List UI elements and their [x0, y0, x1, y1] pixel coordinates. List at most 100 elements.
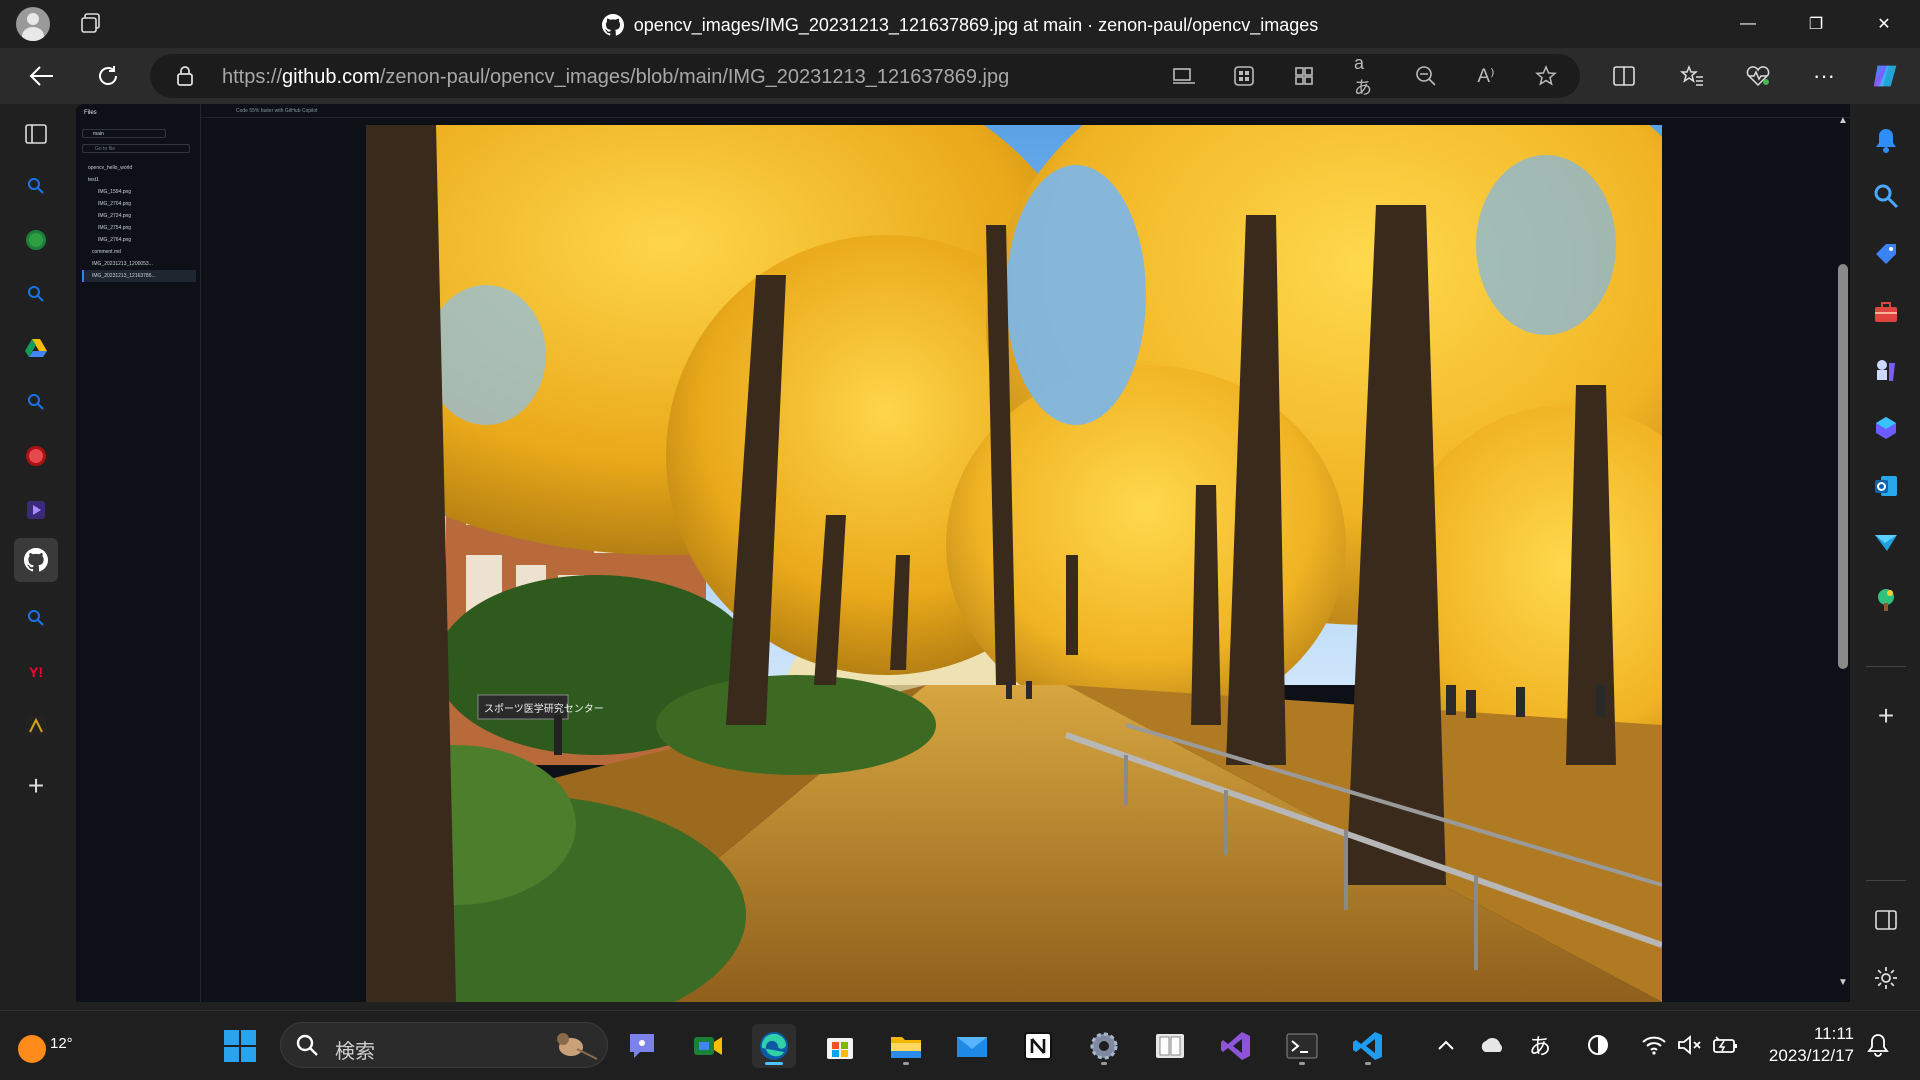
reader-app-icon[interactable]	[1148, 1024, 1192, 1068]
clock-time: 11:11	[1813, 1024, 1854, 1043]
atcoder-tab-icon[interactable]	[14, 704, 58, 748]
browser-essentials-icon[interactable]	[1742, 60, 1774, 92]
extensions-icon[interactable]	[1292, 64, 1316, 88]
terminal-icon[interactable]	[1280, 1024, 1324, 1068]
navigation-bar: https://github.com/zenon-paul/opencv_ima…	[0, 48, 1920, 104]
notion-icon[interactable]	[1016, 1024, 1060, 1068]
read-aloud-icon[interactable]: A⁾	[1474, 64, 1498, 88]
ime-mode-indicator[interactable]: あ	[1526, 1031, 1554, 1059]
search-highlight-bird-icon	[557, 1033, 598, 1060]
tree-app-icon[interactable]	[1868, 582, 1904, 618]
volume-muted-icon[interactable]	[1676, 1031, 1704, 1059]
google-drive-tab-icon[interactable]	[14, 326, 58, 370]
meet-now-icon[interactable]	[686, 1024, 730, 1068]
zoom-out-icon[interactable]	[1414, 64, 1438, 88]
tree-item-file[interactable]: IMG_2704.png	[82, 198, 196, 210]
settings-gear-icon[interactable]	[1868, 960, 1904, 996]
favorite-star-icon[interactable]	[1534, 64, 1558, 88]
app-available-icon[interactable]	[1172, 64, 1196, 88]
microsoft-365-icon[interactable]	[1868, 410, 1904, 446]
tools-briefcase-icon[interactable]	[1868, 294, 1904, 330]
maximize-button[interactable]: ❐	[1782, 0, 1850, 48]
lock-icon[interactable]	[176, 66, 194, 86]
split-screen-icon[interactable]	[1608, 60, 1640, 92]
games-chess-icon[interactable]	[1868, 352, 1904, 388]
tab-actions-icon[interactable]	[80, 12, 106, 36]
translate-icon[interactable]: aあ	[1354, 53, 1378, 98]
tab-actions-menu-icon[interactable]	[14, 112, 58, 156]
copilot-banner[interactable]: Code 55% faster with GitHub Copilot	[236, 108, 317, 114]
shopping-tag-icon[interactable]	[1868, 236, 1904, 272]
sidebar-separator	[1866, 666, 1906, 667]
go-to-file-input[interactable]: Go to file	[82, 144, 190, 153]
scroll-down-arrow-icon[interactable]: ▼	[1838, 978, 1848, 988]
address-bar[interactable]: https://github.com/zenon-paul/opencv_ima…	[150, 53, 1580, 98]
title-bar: opencv_images/IMG_20231213_121637869.jpg…	[0, 0, 1920, 48]
image-preview: スポーツ医学研究センター	[366, 125, 1662, 1002]
scroll-up-arrow-icon[interactable]: ▲	[1838, 116, 1848, 126]
clock-date: 2023/12/17	[1768, 1046, 1854, 1065]
tree-item-folder[interactable]: opencv_hello_world	[82, 162, 196, 174]
scrollbar-thumb[interactable]	[1838, 264, 1848, 669]
drop-send-icon[interactable]	[1868, 524, 1904, 560]
github-tab-icon[interactable]	[14, 538, 58, 582]
search-tab-3-icon[interactable]	[14, 380, 58, 424]
profile-avatar[interactable]	[16, 7, 50, 41]
tree-item-file[interactable]: IMG_2764.png	[82, 234, 196, 246]
show-hidden-icons-chevron-icon[interactable]	[1432, 1031, 1460, 1059]
ginkgo-avenue-photo: スポーツ医学研究センター	[366, 125, 1662, 1002]
search-tab-4-icon[interactable]	[14, 596, 58, 640]
teams-chat-icon[interactable]	[620, 1024, 664, 1068]
tree-item-file-selected[interactable]: IMG_20231213_12163786...	[82, 270, 196, 282]
refresh-icon[interactable]	[92, 60, 124, 92]
system-clock[interactable]: 11:11 2023/12/17	[1758, 1023, 1854, 1067]
copilot-icon[interactable]	[1870, 60, 1902, 92]
add-sidebar-app-icon[interactable]: +	[1868, 698, 1904, 734]
back-icon[interactable]	[26, 60, 58, 92]
weather-widget[interactable]: 12°	[16, 1025, 73, 1065]
purple-app-tab-icon[interactable]	[14, 488, 58, 532]
yahoo-tab-icon[interactable]: Y!	[14, 650, 58, 694]
github-file-tree-panel: Files main Go to file opencv_hello_world…	[76, 104, 201, 1002]
notifications-bell-icon[interactable]	[1868, 122, 1904, 158]
taskbar-search[interactable]: 検索	[280, 1022, 608, 1068]
more-options-icon[interactable]: ···	[1808, 60, 1840, 92]
github-file-header: Code 55% faster with GitHub Copilot	[76, 104, 1850, 118]
settings-app-icon[interactable]	[1082, 1024, 1126, 1068]
tree-item-folder[interactable]: test1	[82, 174, 196, 186]
tree-item-file[interactable]: IMG_2724.png	[82, 210, 196, 222]
search-tab-icon[interactable]	[14, 164, 58, 208]
file-explorer-icon[interactable]	[884, 1024, 928, 1068]
notification-bell-icon[interactable]	[1864, 1031, 1892, 1059]
hide-sidebar-icon[interactable]	[1868, 902, 1904, 938]
search-tab-2-icon[interactable]	[14, 272, 58, 316]
visual-studio-icon[interactable]	[1214, 1024, 1258, 1068]
outlook-icon[interactable]	[1868, 468, 1904, 504]
tree-item-file[interactable]: comment.md	[82, 246, 196, 258]
battery-charging-icon[interactable]	[1712, 1031, 1740, 1059]
url-text[interactable]: https://github.com/zenon-paul/opencv_ima…	[222, 66, 1009, 89]
tree-item-file[interactable]: IMG_20231213_1200053...	[82, 258, 196, 270]
close-button[interactable]: ✕	[1850, 0, 1918, 48]
minimize-button[interactable]: —	[1714, 0, 1782, 48]
vscode-icon[interactable]	[1346, 1024, 1390, 1068]
focus-clock-icon[interactable]	[1584, 1031, 1612, 1059]
wifi-icon[interactable]	[1640, 1031, 1668, 1059]
new-tab-button[interactable]: +	[14, 764, 58, 808]
extensions-grid-icon[interactable]	[1232, 64, 1256, 88]
red-app-tab-icon[interactable]	[14, 434, 58, 478]
edge-browser-icon[interactable]	[752, 1024, 796, 1068]
favorites-icon[interactable]	[1676, 60, 1708, 92]
branch-selector[interactable]: main	[82, 129, 166, 138]
green-app-tab-icon[interactable]	[14, 218, 58, 262]
onedrive-cloud-icon[interactable]	[1478, 1031, 1506, 1059]
github-icon	[601, 14, 624, 36]
tree-item-file[interactable]: IMG_1594.png	[82, 186, 196, 198]
start-windows-icon[interactable]	[218, 1024, 262, 1068]
search-icon	[296, 1034, 318, 1056]
search-sidebar-icon[interactable]	[1868, 178, 1904, 214]
microsoft-store-icon[interactable]	[818, 1024, 862, 1068]
window-title: opencv_images/IMG_20231213_121637869.jpg…	[633, 14, 1319, 35]
tree-item-file[interactable]: IMG_2754.png	[82, 222, 196, 234]
mail-icon[interactable]	[950, 1024, 994, 1068]
